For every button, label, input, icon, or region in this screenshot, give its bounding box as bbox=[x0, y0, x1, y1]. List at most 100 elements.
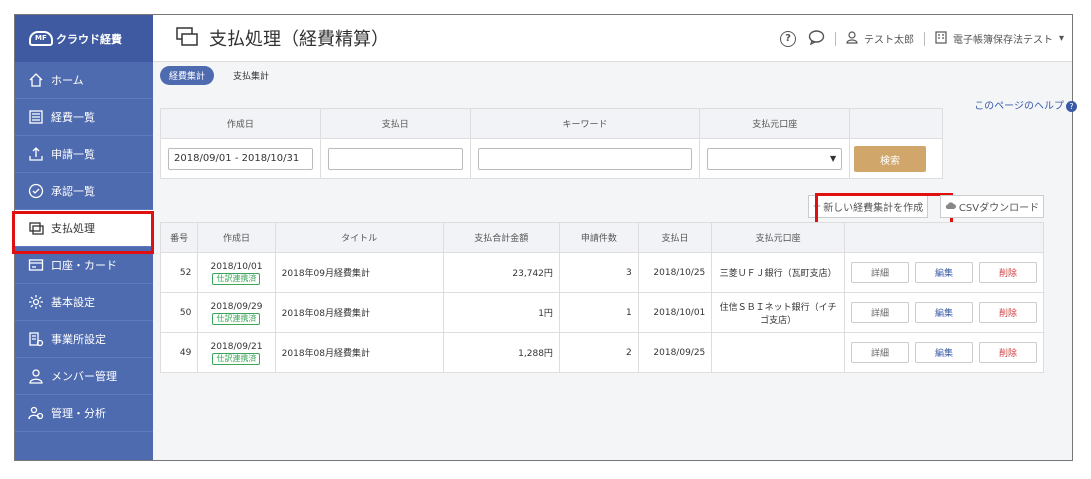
column-header: タイトル bbox=[274, 222, 444, 253]
divider bbox=[834, 31, 836, 46]
tab-payment-summary[interactable]: 支払集計 bbox=[224, 66, 278, 85]
page-header: 支払処理（経費精算） ? テスト太郎 電子帳簿保存法テスト ▾ bbox=[153, 15, 1072, 62]
chevron-down-icon: ▼ bbox=[829, 154, 837, 163]
check-circle-icon bbox=[27, 183, 45, 199]
column-header: 支払合計金額 bbox=[442, 222, 560, 253]
card-icon bbox=[27, 257, 45, 273]
create-expense-summary-button[interactable]: + 新しい経費集計を作成 bbox=[808, 195, 928, 218]
column-header: 支払日 bbox=[637, 222, 713, 253]
brand-name: クラウド経費 bbox=[56, 32, 122, 46]
row-amount: 1,288円 bbox=[442, 332, 560, 373]
sidebar-item-members[interactable]: メンバー管理 bbox=[15, 358, 153, 395]
row-count: 3 bbox=[558, 252, 639, 293]
row-paid-date: 2018/10/25 bbox=[637, 252, 713, 293]
delete-button[interactable]: 削除 bbox=[978, 342, 1037, 363]
column-header bbox=[843, 222, 1045, 253]
column-header: 番号 bbox=[159, 222, 199, 253]
created-date: 2018/09/21 bbox=[210, 341, 263, 352]
row-count: 2 bbox=[558, 332, 639, 373]
column-header: 支払元口座 bbox=[711, 222, 845, 253]
user-name[interactable]: テスト太郎 bbox=[864, 31, 914, 46]
sidebar-item-settings[interactable]: 基本設定 bbox=[15, 284, 153, 321]
user-icon bbox=[846, 30, 858, 47]
summary-tabs: 経費集計 支払集計 bbox=[160, 66, 278, 85]
created-cell: 2018/10/01 仕訳連携済 bbox=[197, 252, 276, 293]
sidebar: MF クラウド経費 ホーム 経費一覧 申請一覧 承認一覧 支払処理 口座・カード bbox=[15, 15, 153, 460]
keyword-input[interactable] bbox=[477, 147, 693, 170]
help-icon[interactable]: ? bbox=[779, 30, 796, 47]
created-date: 2018/09/29 bbox=[210, 301, 263, 312]
csv-download-button[interactable]: CSVダウンロード bbox=[940, 195, 1044, 218]
created-date-range-input[interactable]: 2018/09/01 - 2018/10/31 bbox=[168, 147, 313, 170]
delete-button[interactable]: 削除 bbox=[978, 302, 1037, 323]
edit-button[interactable]: 編集 bbox=[914, 342, 973, 363]
delete-button[interactable]: 削除 bbox=[978, 262, 1037, 283]
search-button[interactable]: 検索 bbox=[854, 146, 926, 172]
chat-icon[interactable] bbox=[808, 29, 825, 48]
account-select[interactable]: ▼ bbox=[707, 147, 843, 170]
row-paid-date: 2018/10/01 bbox=[637, 292, 713, 333]
row-title: 2018年08月経費集計 bbox=[274, 332, 444, 373]
row-title: 2018年08月経費集計 bbox=[274, 292, 444, 333]
brand-logo[interactable]: MF クラウド経費 bbox=[15, 15, 153, 62]
tab-expense-summary[interactable]: 経費集計 bbox=[160, 66, 215, 85]
sidebar-item-approvals[interactable]: 承認一覧 bbox=[15, 173, 153, 210]
column-header: 作成日 bbox=[197, 222, 276, 253]
sidebar-item-label: 管理・分析 bbox=[51, 407, 106, 420]
sidebar-item-label: 口座・カード bbox=[51, 259, 117, 272]
csv-download-label: CSVダウンロード bbox=[958, 203, 1040, 214]
page-title: 支払処理（経費精算） bbox=[209, 29, 389, 50]
sidebar-item-accounts[interactable]: 口座・カード bbox=[15, 247, 153, 284]
payment-date-input[interactable] bbox=[327, 147, 463, 170]
row-paid-date: 2018/09/25 bbox=[637, 332, 713, 373]
cloud-download-icon bbox=[945, 201, 956, 213]
journal-linked-badge: 仕訳連携済 bbox=[212, 352, 261, 365]
sidebar-item-analysis[interactable]: 管理・分析 bbox=[15, 395, 153, 432]
sidebar-item-label: 支払処理 bbox=[51, 222, 95, 235]
office-gear-icon bbox=[27, 331, 45, 347]
detail-button[interactable]: 詳細 bbox=[850, 302, 909, 323]
row-actions: 詳細 編集 削除 bbox=[843, 252, 1045, 293]
sidebar-item-applications[interactable]: 申請一覧 bbox=[15, 136, 153, 173]
created-cell: 2018/09/21 仕訳連携済 bbox=[197, 332, 276, 373]
expense-summary-table: 番号 作成日 タイトル 支払合計金額 申請件数 支払日 支払元口座 52 201… bbox=[159, 222, 1045, 373]
edit-button[interactable]: 編集 bbox=[914, 302, 973, 323]
table-header-row: 番号 作成日 タイトル 支払合計金額 申請件数 支払日 支払元口座 bbox=[159, 222, 1045, 253]
sidebar-item-label: 経費一覧 bbox=[51, 111, 95, 124]
sidebar-item-label: 申請一覧 bbox=[51, 148, 95, 161]
table-row: 49 2018/09/21 仕訳連携済 2018年08月経費集計 1,288円 2… bbox=[159, 332, 1045, 373]
row-number: 50 bbox=[159, 292, 199, 333]
office-name[interactable]: 電子帳簿保存法テスト bbox=[953, 31, 1053, 46]
sidebar-item-expenses[interactable]: 経費一覧 bbox=[15, 99, 153, 136]
journal-linked-badge: 仕訳連携済 bbox=[212, 272, 261, 285]
upload-icon bbox=[27, 146, 45, 162]
row-amount: 1円 bbox=[442, 292, 560, 333]
user-icon bbox=[27, 368, 45, 384]
list-icon bbox=[27, 109, 45, 125]
row-count: 1 bbox=[558, 292, 639, 333]
column-header: 申請件数 bbox=[558, 222, 639, 253]
create-expense-summary-label: 新しい経費集計を作成 bbox=[823, 203, 924, 214]
search-header-paid: 支払日 bbox=[319, 108, 471, 139]
edit-button[interactable]: 編集 bbox=[914, 262, 973, 283]
sidebar-item-payment[interactable]: 支払処理 bbox=[15, 210, 153, 247]
search-header-account: 支払元口座 bbox=[699, 108, 851, 139]
divider bbox=[923, 31, 925, 46]
created-cell: 2018/09/29 仕訳連携済 bbox=[197, 292, 276, 333]
table-row: 52 2018/10/01 仕訳連携済 2018年09月経費集計 23,742円 … bbox=[159, 252, 1045, 293]
sidebar-item-office-settings[interactable]: 事業所設定 bbox=[15, 321, 153, 358]
sidebar-item-label: ホーム bbox=[51, 74, 84, 87]
help-link-label: このページのヘルプ bbox=[974, 101, 1064, 112]
payment-icon bbox=[27, 220, 45, 236]
sidebar-item-home[interactable]: ホーム bbox=[15, 62, 153, 99]
detail-button[interactable]: 詳細 bbox=[850, 342, 909, 363]
search-header-empty bbox=[849, 108, 943, 139]
created-date: 2018/10/01 bbox=[210, 261, 263, 272]
header-toolbar: ? テスト太郎 電子帳簿保存法テスト ▾ bbox=[779, 15, 1064, 62]
detail-button[interactable]: 詳細 bbox=[850, 262, 909, 283]
office-icon bbox=[935, 30, 947, 47]
help-link[interactable]: このページのヘルプ? bbox=[974, 97, 1077, 112]
sidebar-item-label: 承認一覧 bbox=[51, 185, 95, 198]
chevron-down-icon[interactable]: ▾ bbox=[1059, 33, 1064, 44]
search-header-keyword: キーワード bbox=[469, 108, 701, 139]
